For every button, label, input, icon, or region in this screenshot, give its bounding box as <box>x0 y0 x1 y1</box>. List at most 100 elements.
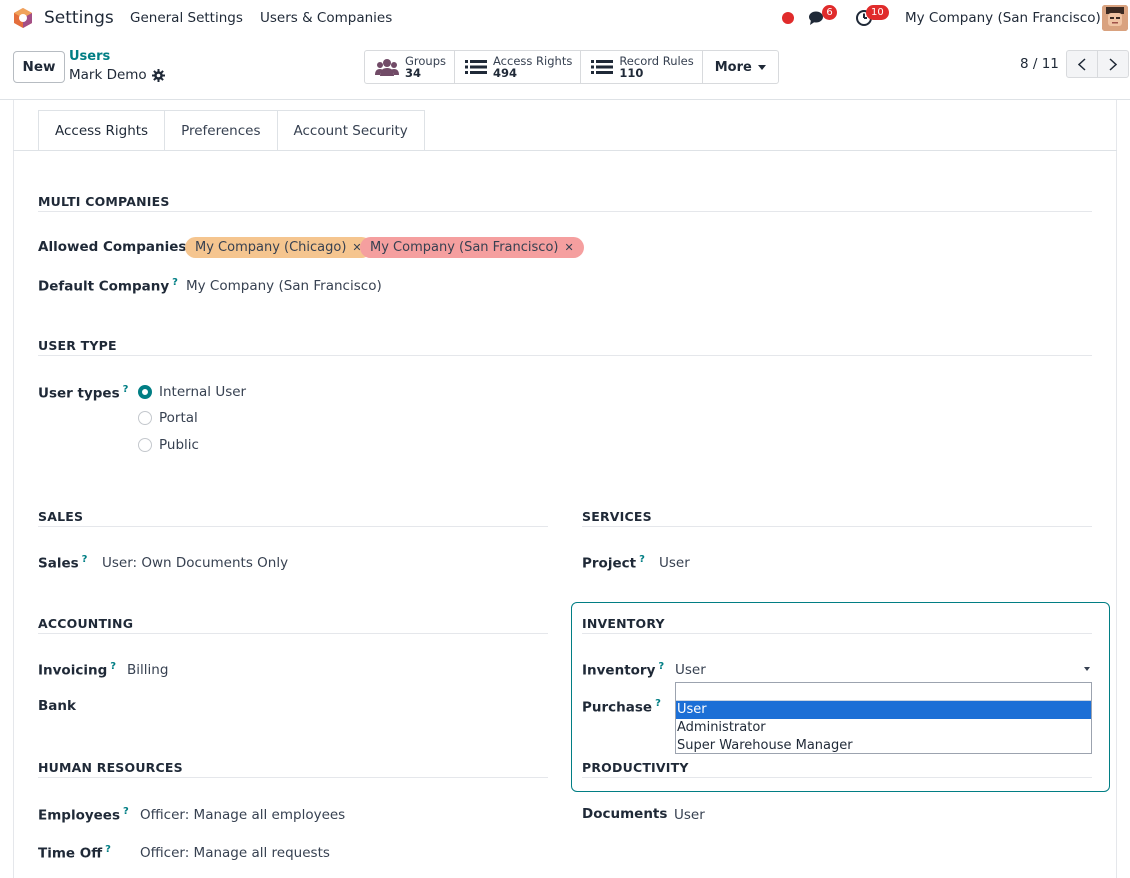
section-user-type: USER TYPE <box>38 338 117 353</box>
access-rights-smart-button[interactable]: Access Rights 494 <box>455 51 582 83</box>
more-label: More <box>714 59 752 75</box>
radio-portal-label[interactable]: Portal <box>159 410 198 426</box>
record-rules-count: 110 <box>619 66 644 80</box>
inventory-label: Inventory? <box>582 661 664 679</box>
company-tag-chicago: My Company (Chicago) ✕ <box>185 237 372 258</box>
help-icon[interactable]: ? <box>655 698 661 709</box>
section-services: SERVICES <box>582 509 652 524</box>
documents-label: Documents <box>582 806 668 822</box>
breadcrumb-current: Mark Demo <box>69 67 147 83</box>
app-name[interactable]: Settings <box>44 8 114 28</box>
purchase-label-text: Purchase <box>582 699 653 716</box>
dropdown-option-administrator[interactable]: Administrator <box>676 719 1091 737</box>
inventory-select[interactable]: User <box>675 662 706 678</box>
dropdown-empty-option[interactable] <box>676 683 1091 701</box>
sales-label-text: Sales <box>38 555 79 572</box>
help-icon[interactable]: ? <box>105 844 111 855</box>
default-company-label-text: Default Company <box>38 278 170 295</box>
user-types-label-text: User types <box>38 385 120 402</box>
dropdown-option-user[interactable]: User <box>676 701 1091 719</box>
section-divider <box>38 526 548 527</box>
tab-account-security[interactable]: Account Security <box>277 110 425 151</box>
allowed-companies-label: Allowed Companies <box>38 239 187 255</box>
section-divider <box>38 211 1092 212</box>
help-icon[interactable]: ? <box>639 554 645 565</box>
default-company-label: Default Company? <box>38 277 178 295</box>
section-divider <box>38 633 548 634</box>
section-divider <box>38 777 548 778</box>
section-inventory: INVENTORY <box>582 616 665 631</box>
sales-value[interactable]: User: Own Documents Only <box>102 555 288 571</box>
employees-label-text: Employees <box>38 807 121 824</box>
bank-label: Bank <box>38 698 76 714</box>
odoo-app-icon[interactable] <box>12 7 34 29</box>
tabs-divider <box>13 150 1117 151</box>
section-divider <box>582 777 1092 778</box>
tab-preferences[interactable]: Preferences <box>165 110 278 151</box>
smart-buttons: Groups 34 Access Rights 494 Record Rules… <box>364 50 779 84</box>
user-types-label: User types? <box>38 384 128 402</box>
caret-down-icon <box>757 64 766 70</box>
inventory-dropdown-list: User Administrator Super Warehouse Manag… <box>675 682 1092 754</box>
section-divider <box>38 355 1092 356</box>
project-label-text: Project <box>582 555 637 572</box>
remove-tag-icon[interactable]: ✕ <box>564 237 573 258</box>
top-navbar: Settings General Settings Users & Compan… <box>0 0 1130 36</box>
radio-internal-user-label[interactable]: Internal User <box>159 384 246 400</box>
record-rules-smart-button[interactable]: Record Rules 110 <box>581 51 703 83</box>
section-accounting: ACCOUNTING <box>38 616 134 631</box>
help-icon[interactable]: ? <box>123 384 129 395</box>
company-tag-label: My Company (Chicago) <box>195 240 347 255</box>
users-icon <box>375 59 399 76</box>
list-icon <box>591 60 614 74</box>
section-sales: SALES <box>38 509 84 524</box>
access-rights-count: 494 <box>493 66 518 80</box>
chat-badge: 6 <box>822 5 837 20</box>
section-productivity: PRODUCTIVITY <box>582 760 689 775</box>
sales-label: Sales? <box>38 554 87 572</box>
company-tag-label: My Company (San Francisco) <box>370 240 559 255</box>
project-label: Project? <box>582 554 645 572</box>
help-icon[interactable]: ? <box>172 277 178 288</box>
gear-icon[interactable] <box>152 69 165 82</box>
radio-portal[interactable] <box>138 411 152 425</box>
new-button[interactable]: New <box>13 51 65 83</box>
project-value[interactable]: User <box>659 555 690 571</box>
radio-public[interactable] <box>138 438 152 452</box>
user-avatar[interactable] <box>1102 5 1128 31</box>
tab-access-rights[interactable]: Access Rights <box>38 110 166 151</box>
radio-public-label[interactable]: Public <box>159 437 199 453</box>
documents-value[interactable]: User <box>674 807 705 823</box>
groups-smart-button[interactable]: Groups 34 <box>365 51 456 83</box>
employees-value[interactable]: Officer: Manage all employees <box>140 807 345 823</box>
time-off-value[interactable]: Officer: Manage all requests <box>140 845 330 861</box>
pager-previous-button[interactable] <box>1066 50 1098 78</box>
select-caret-icon[interactable] <box>1084 667 1090 671</box>
company-tag-san-francisco: My Company (San Francisco) ✕ <box>360 237 584 258</box>
status-dot-icon[interactable] <box>782 12 794 24</box>
section-multi-companies: MULTI COMPANIES <box>38 194 170 209</box>
section-divider <box>582 633 1092 634</box>
time-off-label: Time Off? <box>38 844 111 862</box>
default-company-value[interactable]: My Company (San Francisco) <box>186 278 382 294</box>
help-icon[interactable]: ? <box>123 806 129 817</box>
more-dropdown-button[interactable]: More <box>703 51 778 83</box>
help-icon[interactable]: ? <box>110 661 116 672</box>
invoicing-label: Invoicing? <box>38 661 116 679</box>
notebook-tabs: Access Rights Preferences Account Securi… <box>38 110 425 151</box>
invoicing-label-text: Invoicing <box>38 662 108 679</box>
help-icon[interactable]: ? <box>82 554 88 565</box>
menu-users-companies[interactable]: Users & Companies <box>260 10 392 26</box>
company-switcher[interactable]: My Company (San Francisco) <box>905 10 1101 26</box>
menu-general-settings[interactable]: General Settings <box>130 10 243 26</box>
inventory-label-text: Inventory <box>582 662 656 679</box>
section-divider <box>582 526 1092 527</box>
avatar-face-icon <box>1102 5 1128 31</box>
help-icon[interactable]: ? <box>658 661 664 672</box>
dropdown-option-super-warehouse-manager[interactable]: Super Warehouse Manager <box>676 737 1091 755</box>
pager-next-button[interactable] <box>1097 50 1129 78</box>
invoicing-value[interactable]: Billing <box>127 662 168 678</box>
pager-value[interactable]: 8 / 11 <box>1020 56 1059 72</box>
breadcrumb-users[interactable]: Users <box>69 49 110 64</box>
radio-internal-user[interactable] <box>138 385 152 399</box>
